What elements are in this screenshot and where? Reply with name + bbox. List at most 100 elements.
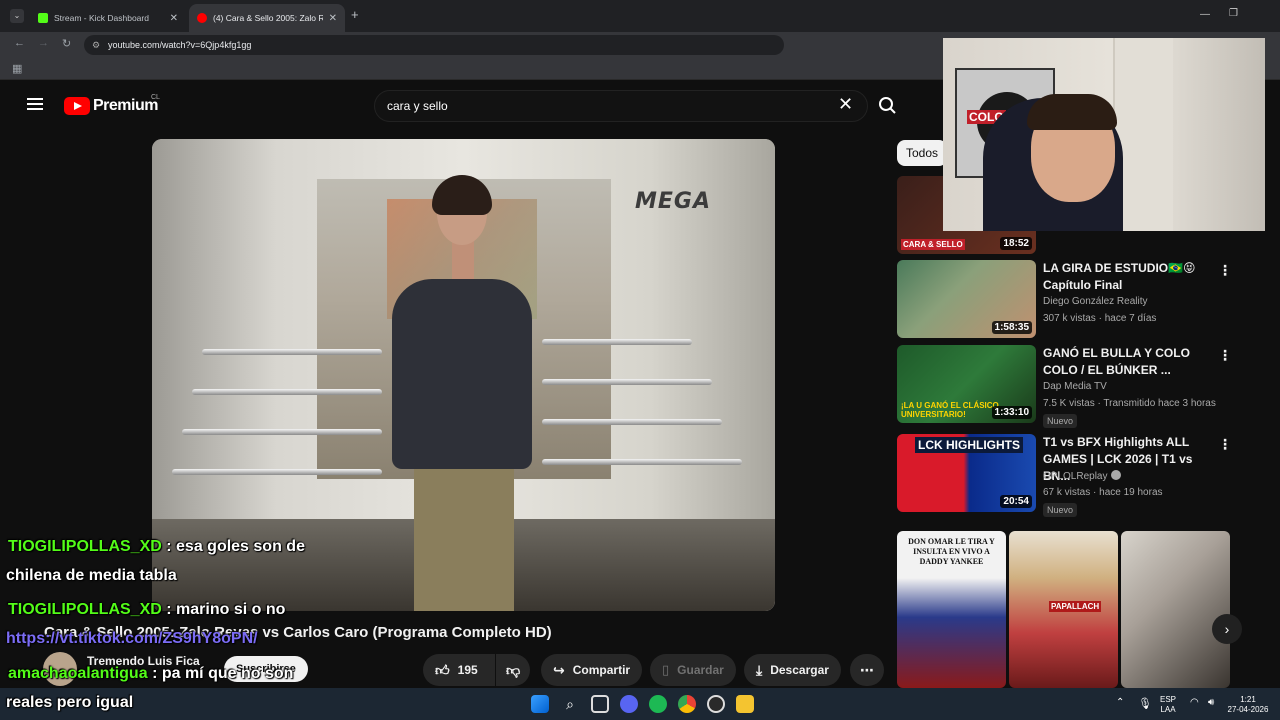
search-icon[interactable]: ⌕ xyxy=(561,695,579,713)
clock-time: 1:21 xyxy=(1240,695,1256,704)
tab-label: Stream - Kick Dashboard xyxy=(54,13,149,23)
chat-message: TIOGILIPOLLAS_XD : marino si o no xyxy=(8,601,285,619)
microphone-icon[interactable]: 🎙︎ xyxy=(1138,697,1152,710)
video-duration: 1:33:10 xyxy=(991,406,1032,419)
thumbnail-text: ¡LA U GANÓ EL CLÁSICO UNIVERSITARIO! xyxy=(901,401,999,419)
new-badge: Nuevo xyxy=(1043,414,1078,428)
search-icon xyxy=(879,97,896,114)
wifi-icon[interactable]: ◠ xyxy=(1190,697,1199,708)
clear-search-icon[interactable]: ✕ xyxy=(838,94,853,115)
channel-label: OPLOLReplay xyxy=(1043,471,1108,482)
recommendation-title[interactable]: LA GIRA DE ESTUDIO🇧🇷😝 Capítulo Final xyxy=(1043,260,1213,294)
recommendation-channel[interactable]: Dap Media TV xyxy=(1043,381,1107,392)
clock[interactable]: 1:21 27-04-2026 xyxy=(1224,695,1272,715)
more-icon[interactable]: ⋮ xyxy=(1218,262,1232,279)
download-icon: ⤓ xyxy=(756,661,763,678)
chrome-icon[interactable] xyxy=(678,695,696,713)
download-button[interactable]: ⤓ Descargar xyxy=(744,654,841,686)
maximize-icon[interactable]: ❐ xyxy=(1229,8,1238,19)
tray-chevron-icon[interactable]: ⌃ xyxy=(1116,697,1124,708)
thumbs-down-icon: 👎︎ xyxy=(506,661,521,678)
share-label: Compartir xyxy=(572,663,631,677)
new-tab-button[interactable]: + xyxy=(351,7,359,22)
site-info-icon[interactable]: ⚙ xyxy=(92,35,100,55)
download-label: Descargar xyxy=(770,663,829,677)
save-button[interactable]: ▯ Guardar xyxy=(650,654,736,686)
file-explorer-icon[interactable] xyxy=(736,695,754,713)
tab-youtube[interactable]: (4) Cara & Sello 2005: Zalo Rey ✕ xyxy=(189,4,345,32)
chat-username: amachaoalantigua xyxy=(8,665,148,682)
video-duration: 20:54 xyxy=(1000,495,1032,508)
volume-icon[interactable]: 🔊︎ xyxy=(1208,697,1214,708)
lang-layout: LAA xyxy=(1160,705,1176,714)
clock-date: 27-04-2026 xyxy=(1227,705,1269,714)
country-code: CL xyxy=(151,94,160,101)
chat-link[interactable]: https://vt.tiktok.com/ZS9hY8oPN/ xyxy=(6,630,258,647)
obs-icon[interactable] xyxy=(707,695,725,713)
chat-text: : esa goles son de xyxy=(166,538,305,555)
recommendation-meta: 7.5 K vistas · Transmitido hace 3 horas xyxy=(1043,398,1216,409)
chat-text: chilena de media tabla xyxy=(6,567,177,584)
chat-message: TIOGILIPOLLAS_XD : esa goles son de xyxy=(8,538,305,556)
new-badge: Nuevo xyxy=(1043,503,1078,517)
shorts-next-button[interactable]: › xyxy=(1212,614,1242,644)
reload-icon[interactable]: ↻ xyxy=(62,37,71,50)
url-text: youtube.com/watch?v=6Qjp4kfg1gg xyxy=(108,40,252,50)
more-icon[interactable]: ⋮ xyxy=(1218,436,1232,453)
chat-text: reales pero igual xyxy=(6,694,134,711)
short-thumbnail[interactable]: PAPALLACH xyxy=(1009,531,1118,688)
bookmark-icon: ▯ xyxy=(662,662,670,677)
tab-search-icon[interactable]: ⌄ xyxy=(10,9,24,23)
recommendation-thumbnail[interactable]: LCK HIGHLIGHTS 20:54 xyxy=(897,434,1036,512)
share-button[interactable]: ↪ Compartir xyxy=(541,654,643,686)
chat-text: : pa mí que no son xyxy=(152,665,294,682)
chat-username: TIOGILIPOLLAS_XD xyxy=(8,538,162,555)
youtube-logo-icon[interactable] xyxy=(64,97,90,115)
video-duration: 18:52 xyxy=(1000,237,1032,250)
discord-icon[interactable] xyxy=(620,695,638,713)
premium-logo[interactable]: Premium xyxy=(93,97,158,115)
dislike-button[interactable]: 👎︎ xyxy=(496,654,530,686)
minimize-icon[interactable]: — xyxy=(1200,9,1210,20)
more-icon[interactable]: ⋮ xyxy=(1218,347,1232,364)
back-icon[interactable]: ← xyxy=(14,37,25,49)
forward-icon[interactable]: → xyxy=(38,37,49,49)
filter-chip-todos[interactable]: Todos xyxy=(897,140,948,166)
more-actions-button[interactable]: ⋯ xyxy=(850,654,884,686)
recommendation-meta: 67 k vistas · hace 19 horas xyxy=(1043,487,1163,498)
share-icon: ↪ xyxy=(553,661,565,678)
spotify-icon[interactable] xyxy=(649,695,667,713)
tab-kick-dashboard[interactable]: Stream - Kick Dashboard ✕ xyxy=(30,4,186,32)
short-thumbnail[interactable]: DON OMAR LE TIRA Y INSULTA EN VIVO A DAD… xyxy=(897,531,1006,688)
like-button[interactable]: 👍︎ 195 xyxy=(423,654,495,686)
apps-icon[interactable]: ▦ xyxy=(12,62,22,75)
chat-username: TIOGILIPOLLAS_XD xyxy=(8,601,162,618)
more-icon: ⋯ xyxy=(860,661,874,678)
chat-text: : marino si o no xyxy=(166,601,286,618)
kick-icon xyxy=(38,13,48,23)
close-icon[interactable]: ✕ xyxy=(329,13,337,24)
thumbnail-text: CARA & SELLO xyxy=(901,239,965,250)
channel-watermark: MEGA xyxy=(635,189,712,214)
video-duration: 1:58:35 xyxy=(991,321,1032,334)
short-thumbnail[interactable] xyxy=(1121,531,1230,688)
chat-message: chilena de media tabla xyxy=(6,567,177,585)
url-field[interactable]: ⚙ youtube.com/watch?v=6Qjp4kfg1gg xyxy=(84,35,784,55)
recommendation-title[interactable]: GANÓ EL BULLA Y COLO COLO / EL BÚNKER ..… xyxy=(1043,345,1213,379)
close-icon[interactable]: ✕ xyxy=(170,13,178,24)
recommendation-thumbnail[interactable]: ¡LA U GANÓ EL CLÁSICO UNIVERSITARIO! 1:3… xyxy=(897,345,1036,423)
search-button[interactable] xyxy=(872,90,904,122)
task-view-icon[interactable] xyxy=(591,695,609,713)
webcam-overlay: COLO xyxy=(943,38,1265,231)
recommendation-channel[interactable]: OPLOLReplay xyxy=(1043,470,1122,482)
menu-icon[interactable] xyxy=(27,98,43,110)
chat-message: https://vt.tiktok.com/ZS9hY8oPN/ xyxy=(6,630,258,648)
recommendation-thumbnail[interactable]: 1:58:35 xyxy=(897,260,1036,338)
chat-message: amachaoalantigua : pa mí que no son xyxy=(8,665,293,683)
chat-message: reales pero igual xyxy=(6,694,133,712)
verified-icon xyxy=(1111,470,1122,480)
search-input[interactable]: cara y sello xyxy=(374,90,868,122)
keyboard-language[interactable]: ESP LAA xyxy=(1160,695,1176,715)
recommendation-channel[interactable]: Diego González Reality xyxy=(1043,296,1148,307)
windows-start-icon[interactable] xyxy=(531,695,549,713)
